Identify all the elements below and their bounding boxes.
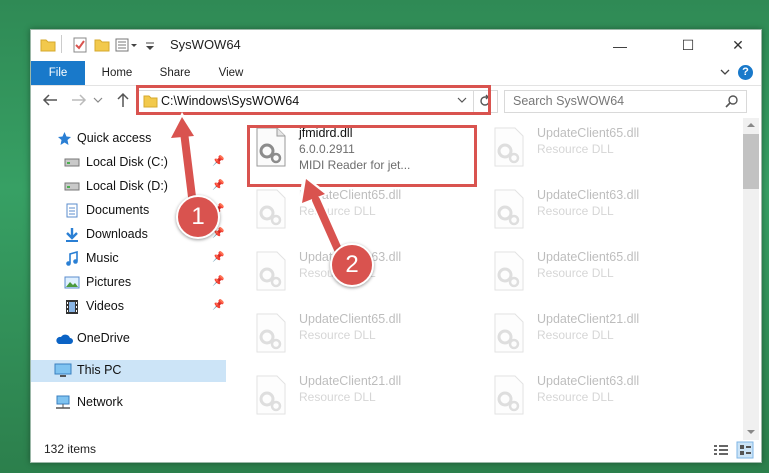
annotation-arrows bbox=[168, 112, 346, 260]
arrow-2 bbox=[298, 174, 346, 260]
step-badge-2: 2 bbox=[330, 243, 374, 287]
arrow-1 bbox=[168, 112, 199, 211]
step-badge-1: 1 bbox=[176, 195, 220, 239]
